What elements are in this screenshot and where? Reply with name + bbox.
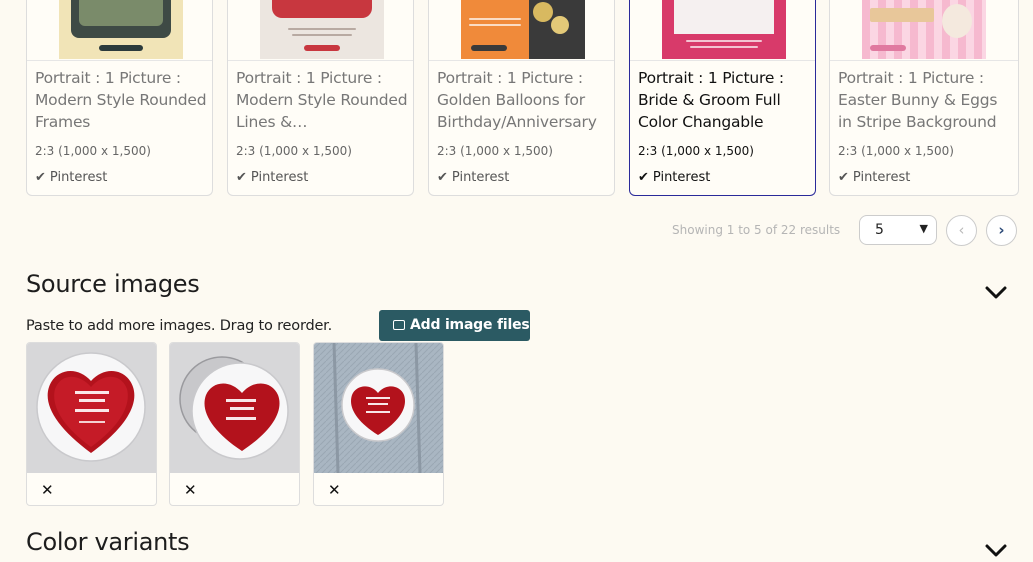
template-title: Portrait : 1 Picture : Bride & Groom Ful… (638, 69, 784, 131)
source-images-heading: Source images (26, 270, 200, 298)
template-title: Portrait : 1 Picture : Modern Style Roun… (35, 69, 207, 131)
template-thumbnail (830, 0, 1018, 61)
template-size: 2:3 (1,000 x 1,500) (35, 144, 151, 158)
template-size: 2:3 (1,000 x 1,500) (638, 144, 754, 158)
check-icon: ✔ (437, 170, 448, 185)
template-card[interactable]: Portrait : 1 Picture : Easter Bunny & Eg… (829, 0, 1019, 196)
remove-image-button[interactable]: ✕ (41, 481, 54, 499)
remove-image-button[interactable]: ✕ (328, 481, 341, 499)
template-thumbnail (27, 0, 212, 61)
close-icon: ✕ (328, 481, 341, 499)
source-image-tile[interactable]: ✕ (26, 342, 157, 506)
template-thumbnail (228, 0, 413, 61)
source-image-thumbnail (314, 343, 443, 473)
template-platform: ✔ Pinterest (437, 170, 510, 185)
template-card[interactable]: Portrait : 1 Picture : Golden Balloons f… (428, 0, 615, 196)
template-platform: ✔ Pinterest (838, 170, 911, 185)
per-page-value: 5 (875, 222, 884, 238)
template-thumbnail (630, 0, 815, 61)
source-image-tile[interactable]: ✕ (313, 342, 444, 506)
template-card[interactable]: Portrait : 1 Picture : Modern Style Roun… (227, 0, 414, 196)
source-image-thumbnail (170, 343, 299, 473)
chevron-left-icon: ‹ (958, 221, 965, 239)
check-icon: ✔ (638, 170, 649, 185)
template-platform: ✔ Pinterest (35, 170, 108, 185)
source-image-tile[interactable]: ✕ (169, 342, 300, 506)
template-size: 2:3 (1,000 x 1,500) (437, 144, 553, 158)
template-title: Portrait : 1 Picture : Golden Balloons f… (437, 69, 597, 131)
check-icon: ✔ (838, 170, 849, 185)
template-size: 2:3 (1,000 x 1,500) (838, 144, 954, 158)
color-variants-heading: Color variants (26, 528, 190, 556)
add-image-files-button[interactable]: Add image files (379, 310, 530, 341)
template-thumbnail (429, 0, 614, 61)
images-icon (393, 320, 405, 330)
template-card[interactable]: Portrait : 1 Picture : Modern Style Roun… (26, 0, 213, 196)
previous-page-button[interactable]: ‹ (946, 215, 977, 246)
pagination-info: Showing 1 to 5 of 22 results (672, 223, 841, 237)
next-page-button[interactable]: › (986, 215, 1017, 246)
template-size: 2:3 (1,000 x 1,500) (236, 144, 352, 158)
per-page-select[interactable]: 5 ▼ (859, 215, 937, 245)
check-icon: ✔ (35, 170, 46, 185)
template-platform: ✔ Pinterest (638, 170, 711, 185)
template-card-selected[interactable]: Portrait : 1 Picture : Bride & Groom Ful… (629, 0, 816, 196)
remove-image-button[interactable]: ✕ (184, 481, 197, 499)
close-icon: ✕ (184, 481, 197, 499)
template-title: Portrait : 1 Picture : Easter Bunny & Eg… (838, 69, 998, 131)
check-icon: ✔ (236, 170, 247, 185)
chevron-down-icon: ▼ (919, 222, 928, 235)
source-images-hint: Paste to add more images. Drag to reorde… (26, 318, 333, 334)
template-title: Portrait : 1 Picture : Modern Style Roun… (236, 69, 408, 131)
source-image-thumbnail (27, 343, 156, 473)
chevron-right-icon: › (998, 221, 1005, 239)
template-card-list: Portrait : 1 Picture : Modern Style Roun… (26, 0, 1032, 198)
template-platform: ✔ Pinterest (236, 170, 309, 185)
close-icon: ✕ (41, 481, 54, 499)
chevron-down-icon[interactable] (985, 282, 1007, 304)
chevron-down-icon[interactable] (985, 540, 1007, 562)
